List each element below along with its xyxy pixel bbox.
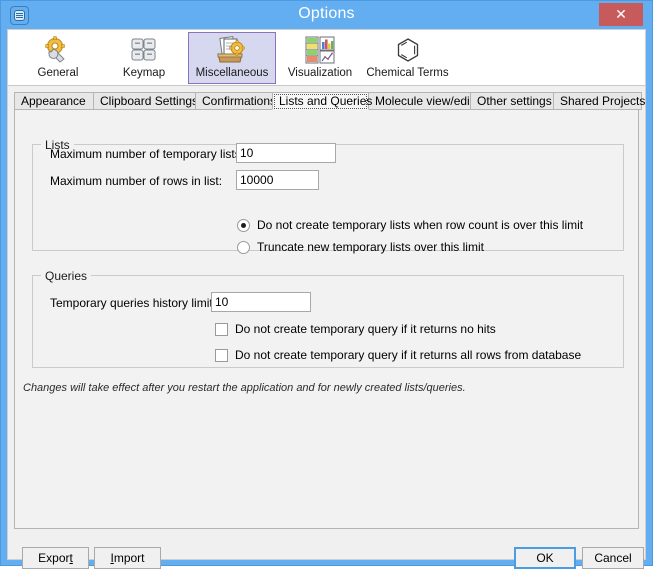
tab-label: Clipboard Settings [100, 94, 198, 108]
tab-shared-projects[interactable]: Shared Projects [553, 92, 642, 110]
benzene-ring-icon [361, 36, 454, 66]
checkbox-no-query-if-all-rows[interactable]: Do not create temporary query if it retu… [215, 348, 581, 362]
restart-note: Changes will take effect after you resta… [23, 382, 466, 394]
queries-group-title: Queries [41, 269, 91, 283]
export-label-pre: Expor [38, 551, 69, 565]
checkbox-no-query-if-no-hits[interactable]: Do not create temporary query if it retu… [215, 322, 496, 336]
tab-label: Confirmations [202, 94, 276, 108]
toolbar-item-keymap[interactable]: Keymap [108, 32, 180, 84]
documents-gear-icon [189, 36, 275, 66]
settings-tab-strip: Appearance Clipboard Settings Confirmati… [14, 92, 639, 110]
toolbar-item-label: General [23, 67, 93, 79]
toolbar-item-label: Keymap [109, 67, 179, 79]
checkbox-label: Do not create temporary query if it retu… [235, 322, 496, 336]
tab-lists-and-queries[interactable]: Lists and Queries [272, 92, 369, 110]
window-title: Options [1, 5, 652, 23]
toolbar-item-general[interactable]: General [22, 32, 94, 84]
tab-label: Lists and Queries [279, 94, 372, 108]
radio-label: Do not create temporary lists when row c… [257, 218, 583, 232]
tab-label: Molecule view/edit [375, 94, 473, 108]
table-chart-icon [281, 36, 359, 66]
tab-label: Other settings [477, 94, 552, 108]
checkbox-mark-icon [215, 349, 228, 362]
tab-label: Shared Projects [560, 94, 645, 108]
radio-no-temp-lists-over-limit[interactable]: Do not create temporary lists when row c… [237, 218, 583, 232]
close-button[interactable]: ✕ [599, 3, 643, 26]
keyboard-keys-icon [109, 36, 179, 66]
queries-history-limit-input[interactable] [211, 292, 311, 312]
lists-and-queries-panel: Lists Maximum number of temporary lists:… [14, 109, 639, 529]
max-rows-in-list-input[interactable] [236, 170, 319, 190]
radio-label: Truncate new temporary lists over this l… [257, 240, 484, 254]
export-mnemonic: t [70, 551, 73, 565]
toolbar-item-label: Chemical Terms [361, 67, 454, 79]
tab-appearance[interactable]: Appearance [14, 92, 94, 110]
max-temp-lists-label: Maximum number of temporary lists: [50, 147, 244, 161]
toolbar-item-label: Miscellaneous [189, 67, 275, 79]
checkbox-mark-icon [215, 323, 228, 336]
toolbar-item-chemical-terms[interactable]: Chemical Terms [360, 32, 455, 84]
queries-history-limit-label: Temporary queries history limit: [50, 296, 216, 310]
window-client-area: General [7, 29, 646, 560]
tab-label: Appearance [21, 94, 86, 108]
max-temp-lists-input[interactable] [236, 143, 336, 163]
toolbar-item-label: Visualization [281, 67, 359, 79]
radio-truncate-temp-lists[interactable]: Truncate new temporary lists over this l… [237, 240, 484, 254]
title-bar: Options ✕ [1, 1, 652, 29]
radio-mark-icon [237, 219, 250, 232]
tab-clipboard-settings[interactable]: Clipboard Settings [93, 92, 196, 110]
tab-confirmations[interactable]: Confirmations [195, 92, 273, 110]
category-toolbar: General [8, 30, 645, 86]
max-rows-in-list-label: Maximum number of rows in list: [50, 174, 222, 188]
import-label-post: mport [114, 551, 145, 565]
checkbox-label: Do not create temporary query if it retu… [235, 348, 581, 362]
options-window: Options ✕ [0, 0, 653, 566]
radio-mark-icon [237, 241, 250, 254]
tab-molecule-view-edit[interactable]: Molecule view/edit [368, 92, 471, 110]
toolbar-item-visualization[interactable]: Visualization [280, 32, 360, 84]
gear-wrench-icon [23, 36, 93, 66]
tab-other-settings[interactable]: Other settings [470, 92, 554, 110]
toolbar-item-miscellaneous[interactable]: Miscellaneous [188, 32, 276, 84]
